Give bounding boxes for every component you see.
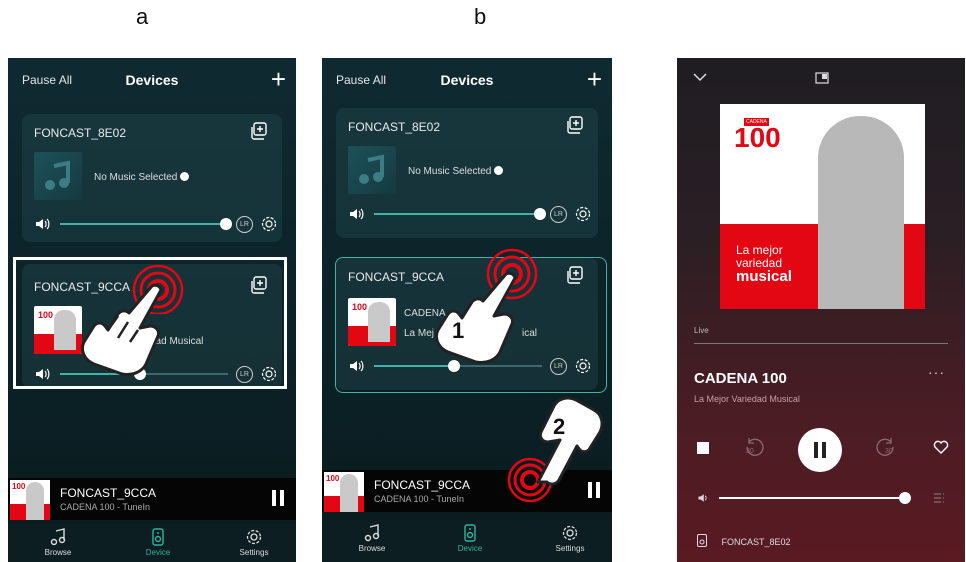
tab-label: Settings xyxy=(555,544,585,553)
station-title: CADENA 100 xyxy=(694,370,787,387)
music-note-icon xyxy=(50,528,66,546)
skip-back-button[interactable]: 30 xyxy=(743,436,767,460)
speaker-volume-icon[interactable] xyxy=(34,216,50,232)
panel-label-a: a xyxy=(136,4,149,29)
output-device[interactable]: FONCAST_8E02 xyxy=(697,534,791,547)
album-art xyxy=(348,146,396,194)
album-art xyxy=(34,152,82,200)
add-device-button[interactable]: + xyxy=(271,64,286,95)
now-playing-source: CADENA 100 - TuneIn xyxy=(374,494,465,504)
no-music-label: No Music Selected xyxy=(408,166,504,177)
more-options-button[interactable]: ··· xyxy=(928,364,945,380)
chevron-down-icon[interactable] xyxy=(693,72,707,82)
now-playing-device: FONCAST_9CCA xyxy=(60,486,157,500)
top-bar: Pause All Devices + xyxy=(322,64,612,94)
spotify-icon xyxy=(494,166,504,175)
player-screen: 100 CADENA La mejor variedad musical Liv… xyxy=(677,58,965,562)
volume-slider[interactable] xyxy=(60,223,224,225)
spotify-icon xyxy=(180,172,190,181)
output-device-name: FONCAST_8E02 xyxy=(721,537,791,547)
now-playing-bar[interactable]: 100 FONCAST_9CCA CADENA 100 - TuneIn xyxy=(8,478,296,520)
device-card[interactable]: FONCAST_8E02 No Music Selected LR xyxy=(336,108,598,238)
tab-device[interactable]: Device xyxy=(128,528,188,557)
device-name: FONCAST_8E02 xyxy=(348,120,441,134)
stereo-lr-button[interactable]: LR xyxy=(236,216,253,233)
hand-pointer-icon xyxy=(434,271,517,364)
device-name: FONCAST_8E02 xyxy=(34,126,127,140)
tab-label: Device xyxy=(457,544,483,553)
artwork-tagline: La mejor variedad musical xyxy=(736,244,792,285)
live-label: Live xyxy=(694,326,709,335)
speaker-icon xyxy=(464,524,476,542)
stop-button[interactable] xyxy=(697,442,709,454)
hand-pointer-icon xyxy=(536,396,604,486)
heart-icon[interactable] xyxy=(933,440,949,454)
pause-button[interactable] xyxy=(272,490,284,506)
play-pause-button[interactable] xyxy=(798,428,842,472)
volume-knob[interactable] xyxy=(534,208,546,220)
music-note-icon xyxy=(359,154,384,184)
station-logo: 100 xyxy=(734,122,781,153)
skip-back-seconds: 30 xyxy=(746,448,754,455)
player-volume-slider[interactable] xyxy=(719,497,905,499)
no-music-label: No Music Selected xyxy=(94,172,190,183)
speaker-volume-icon[interactable] xyxy=(697,492,709,504)
music-note-icon xyxy=(45,160,70,190)
speaker-icon xyxy=(697,534,707,547)
volume-knob[interactable] xyxy=(220,218,232,230)
tab-bar: Browse Device Settings xyxy=(8,524,296,562)
add-device-button[interactable]: + xyxy=(587,64,602,95)
speaker-icon xyxy=(152,528,164,546)
tab-label: Browse xyxy=(44,548,72,557)
volume-row: LR xyxy=(348,204,591,224)
tab-settings[interactable]: Settings xyxy=(540,524,600,553)
player-volume-knob[interactable] xyxy=(899,492,911,504)
step-number: 1 xyxy=(452,318,465,343)
volume-row: LR xyxy=(34,214,277,234)
artwork-person xyxy=(818,116,904,309)
device-card[interactable]: FONCAST_8E02 No Music Selected LR xyxy=(22,114,282,242)
volume-slider[interactable] xyxy=(374,213,538,215)
tagline-line: musical xyxy=(736,268,792,285)
gear-icon[interactable] xyxy=(260,215,278,233)
now-playing-art: 100 xyxy=(10,480,50,520)
progress-line xyxy=(694,343,948,344)
gear-icon xyxy=(246,529,262,545)
tab-browse[interactable]: Browse xyxy=(342,524,402,553)
music-note-icon xyxy=(364,524,380,542)
skip-forward-button[interactable]: 30 xyxy=(873,436,897,460)
tab-label: Device xyxy=(145,548,171,557)
status-text: No Music Selected xyxy=(408,166,492,177)
tab-label: Browse xyxy=(358,544,386,553)
group-icon[interactable] xyxy=(566,116,584,134)
gear-icon[interactable] xyxy=(574,205,592,223)
page-title: Devices xyxy=(125,72,179,88)
tab-bar: Browse Device Settings xyxy=(322,520,612,562)
page-title: Devices xyxy=(440,72,494,88)
now-playing-art: 100 xyxy=(324,472,364,512)
speaker-volume-icon[interactable] xyxy=(348,206,364,222)
skip-forward-seconds: 30 xyxy=(885,448,893,455)
cast-icon[interactable] xyxy=(815,72,829,84)
tab-browse[interactable]: Browse xyxy=(28,528,88,557)
panel-label-b: b xyxy=(474,4,487,29)
stereo-lr-button[interactable]: LR xyxy=(550,206,567,223)
group-icon[interactable] xyxy=(250,122,268,140)
step-number: 2 xyxy=(553,414,566,439)
top-bar: Pause All Devices + xyxy=(8,64,296,94)
station-artwork: 100 CADENA La mejor variedad musical xyxy=(720,104,925,309)
tab-device[interactable]: Device xyxy=(440,524,500,553)
hand-pointer-icon xyxy=(80,283,163,376)
station-subtitle: La Mejor Variedad Musical xyxy=(694,394,800,404)
status-text: No Music Selected xyxy=(94,172,178,183)
player-volume-row xyxy=(697,490,945,506)
tab-settings[interactable]: Settings xyxy=(224,528,284,557)
queue-icon[interactable] xyxy=(933,492,945,504)
logo-badge: CADENA xyxy=(744,118,769,126)
gear-icon xyxy=(562,525,578,541)
tab-label: Settings xyxy=(239,548,269,557)
now-playing-source: CADENA 100 - TuneIn xyxy=(60,502,151,512)
playback-controls: 30 30 xyxy=(677,426,965,472)
now-playing-device: FONCAST_9CCA xyxy=(374,478,471,492)
